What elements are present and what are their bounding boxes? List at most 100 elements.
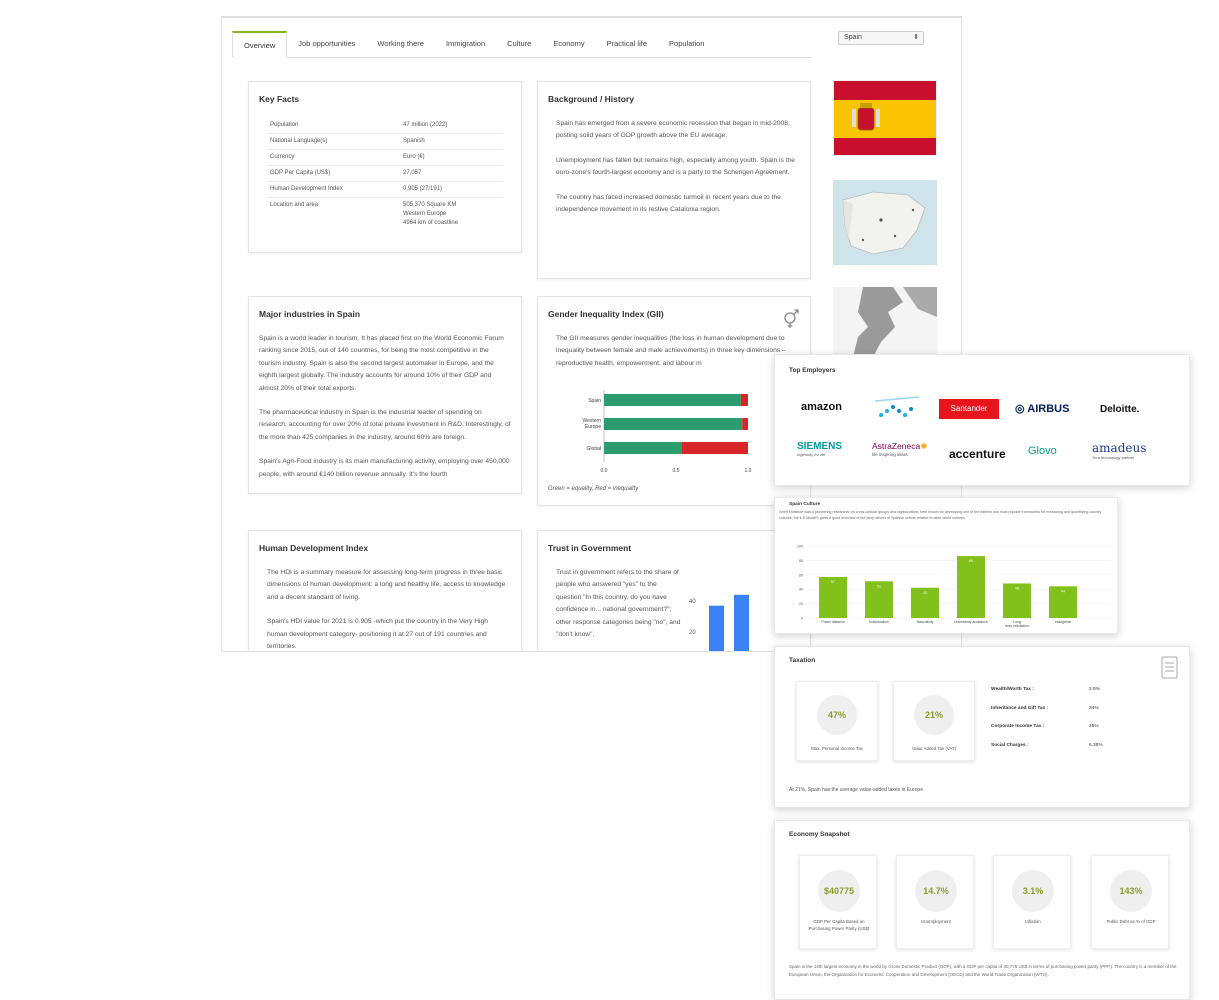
spain-map-image <box>842 191 926 255</box>
tab-job-opportunities[interactable]: Job opportunities <box>287 39 366 57</box>
culture-tick-label: 20 <box>799 602 803 606</box>
fact-label: GDP Per Capita (US$) <box>267 165 400 182</box>
fact-label: National Language(s) <box>267 133 400 150</box>
tab-practical-life[interactable]: Practical life <box>596 39 658 57</box>
tab-immigration[interactable]: Immigration <box>435 39 496 57</box>
tax-note: At 21%, Spain has the average value-adde… <box>789 787 923 793</box>
europe-map-image <box>833 287 937 357</box>
culture-title: Spain Culture <box>789 502 821 507</box>
trust-bar <box>709 605 724 651</box>
table-row: Currency Euro (€) <box>267 149 503 166</box>
airbus-icon: ◎ <box>1015 403 1028 415</box>
trust-tick-label: 40 <box>689 599 696 605</box>
country-select[interactable]: Spain ⬍ <box>838 31 924 45</box>
gii-bar-equality <box>604 418 743 430</box>
culture-category-label: Indulgence <box>1055 620 1072 624</box>
tax-label: Inheritance and Gift Tax : <box>991 705 1049 711</box>
santander-logo: Santander <box>939 399 999 419</box>
taxation-title: Taxation <box>789 657 816 664</box>
spain-culture-panel: Spain Culture Geert Hofstede was a pione… <box>774 497 1118 634</box>
culture-category-label: Uncertainty avoidance <box>954 620 988 624</box>
culture-data-label: 44 <box>1061 589 1065 593</box>
location-area: 505,370 Square KM <box>403 202 457 208</box>
background-title: Background / History <box>548 94 634 104</box>
taxation-panel: Taxation 47% Max. Personal Income Tax 21… <box>774 646 1190 808</box>
tab-working-there[interactable]: Working there <box>366 39 435 57</box>
tax-income-value: 47% <box>817 695 857 735</box>
culture-bar <box>957 556 985 618</box>
fact-value: Spanish <box>400 133 503 150</box>
industries-paragraph: Spain is a world leader in tourism. It h… <box>259 335 504 392</box>
tax-label: Social Charges : <box>991 742 1029 748</box>
culture-text: Geert Hofstede was a pioneering research… <box>779 510 1102 520</box>
gender-title: Gender Inequality Index (GII) <box>548 309 664 319</box>
location-region: Western Europe <box>403 211 447 217</box>
tab-culture[interactable]: Culture <box>496 39 542 57</box>
inflation-label: Inflation <box>1025 919 1041 924</box>
culture-data-label: 86 <box>969 559 973 563</box>
fact-value: 47 million (2022) <box>400 118 503 134</box>
airbus-logo: ◎ AIRBUS <box>1015 402 1069 415</box>
amazon-logo: amazon <box>801 401 842 413</box>
tax-card-vat: 21% Value Added Tax (VAT) <box>893 681 975 761</box>
airbus-label: AIRBUS <box>1027 403 1070 415</box>
culture-data-label: 51 <box>877 584 881 588</box>
fact-label: Population <box>267 118 400 134</box>
tab-population[interactable]: Population <box>658 39 715 57</box>
tax-vat-label: Value Added Tax (VAT) <box>911 746 957 751</box>
culture-tick-label: 100 <box>797 545 803 549</box>
table-row: Population 47 million (2022) <box>267 118 503 134</box>
culture-data-label: 57 <box>831 580 835 584</box>
hdi-card: Human Development Index The HDI is a sum… <box>248 530 522 651</box>
tab-overview[interactable]: Overview <box>232 31 288 58</box>
tax-vat-value: 21% <box>914 695 954 735</box>
economy-card-debt: 143% Public Debt as % of GDP <box>1091 855 1169 949</box>
culture-tick-label: 60 <box>799 573 803 577</box>
culture-tick-label: 0 <box>801 617 803 621</box>
country-select-value: Spain <box>844 34 862 41</box>
gii-tick-label: 1.0 <box>745 468 752 474</box>
astrazeneca-tagline: life inspiring ideas <box>872 452 908 457</box>
gii-tick-label: 0.5 <box>673 468 680 474</box>
gii-bar-inequality <box>681 442 748 454</box>
trust-bar <box>734 594 749 651</box>
culture-category-label: term orientation <box>1005 624 1029 628</box>
europe-map <box>833 287 937 357</box>
industries-card: Major industries in Spain Spain is a wor… <box>248 296 522 494</box>
key-facts-table: Population 47 million (2022) National Lan… <box>267 118 503 231</box>
tax-label: Corporate Income Tax : <box>991 724 1045 729</box>
tab-bar: Overview Job opportunities Working there… <box>232 31 812 58</box>
culture-category-label: Power distance <box>821 620 844 624</box>
unemployment-value: 14.7% <box>915 870 957 912</box>
fact-value: 0.905 (27/191) <box>400 181 503 198</box>
table-row: GDP Per Capita (US$) 27,057 <box>267 165 503 182</box>
siemens-label: SIEMENS <box>797 441 843 452</box>
tab-economy[interactable]: Economy <box>542 39 595 57</box>
gii-bar-equality <box>604 442 682 454</box>
culture-chart: 0 20 40 60 80 100 57 Power distance 51 Individual… <box>797 545 1111 628</box>
industries-title: Major industries in Spain <box>259 309 361 319</box>
inflation-value: 3.1% <box>1012 870 1054 912</box>
amadeus-logo: amadeus Your technology partner <box>1092 441 1146 460</box>
tax-value: 34% <box>1089 705 1099 711</box>
tax-list: Wealth/Worth Tax : 3.5% Inheritance and G… <box>991 687 1103 761</box>
trust-text: Trust in government refers to the share … <box>556 569 681 639</box>
key-facts-card: Key Facts Population 47 million (2022) Na… <box>248 81 522 253</box>
document-icon <box>1161 656 1178 679</box>
fact-value: 27,057 <box>400 165 503 182</box>
culture-category-label: Masculinity <box>917 620 934 624</box>
background-paragraph: Spain has emerged from a severe economic… <box>556 120 790 140</box>
tax-card-income: 47% Max. Personal Income Tax <box>796 681 878 761</box>
key-facts-title: Key Facts <box>259 94 300 104</box>
economy-title: Economy Snapshot <box>789 831 850 838</box>
spain-flag-image <box>834 81 936 155</box>
culture-category-label: Individualism <box>869 620 889 624</box>
tax-income-label: Max. Personal Income Tax <box>811 746 863 751</box>
economy-card-gdp: $40775 GDP Per Capita Based on Purchasin… <box>799 855 877 949</box>
unemployment-label: Unemployment <box>921 919 951 924</box>
tax-value: 3.5% <box>1089 687 1100 692</box>
table-row: Location and area 505,370 Square KM Wester… <box>267 198 503 232</box>
economy-snapshot-panel: Economy Snapshot $40775 GDP Per Capita B… <box>774 820 1190 1000</box>
trust-title: Trust in Government <box>548 543 632 553</box>
list-item: Inheritance and Gift Tax : 34% <box>991 706 1103 725</box>
